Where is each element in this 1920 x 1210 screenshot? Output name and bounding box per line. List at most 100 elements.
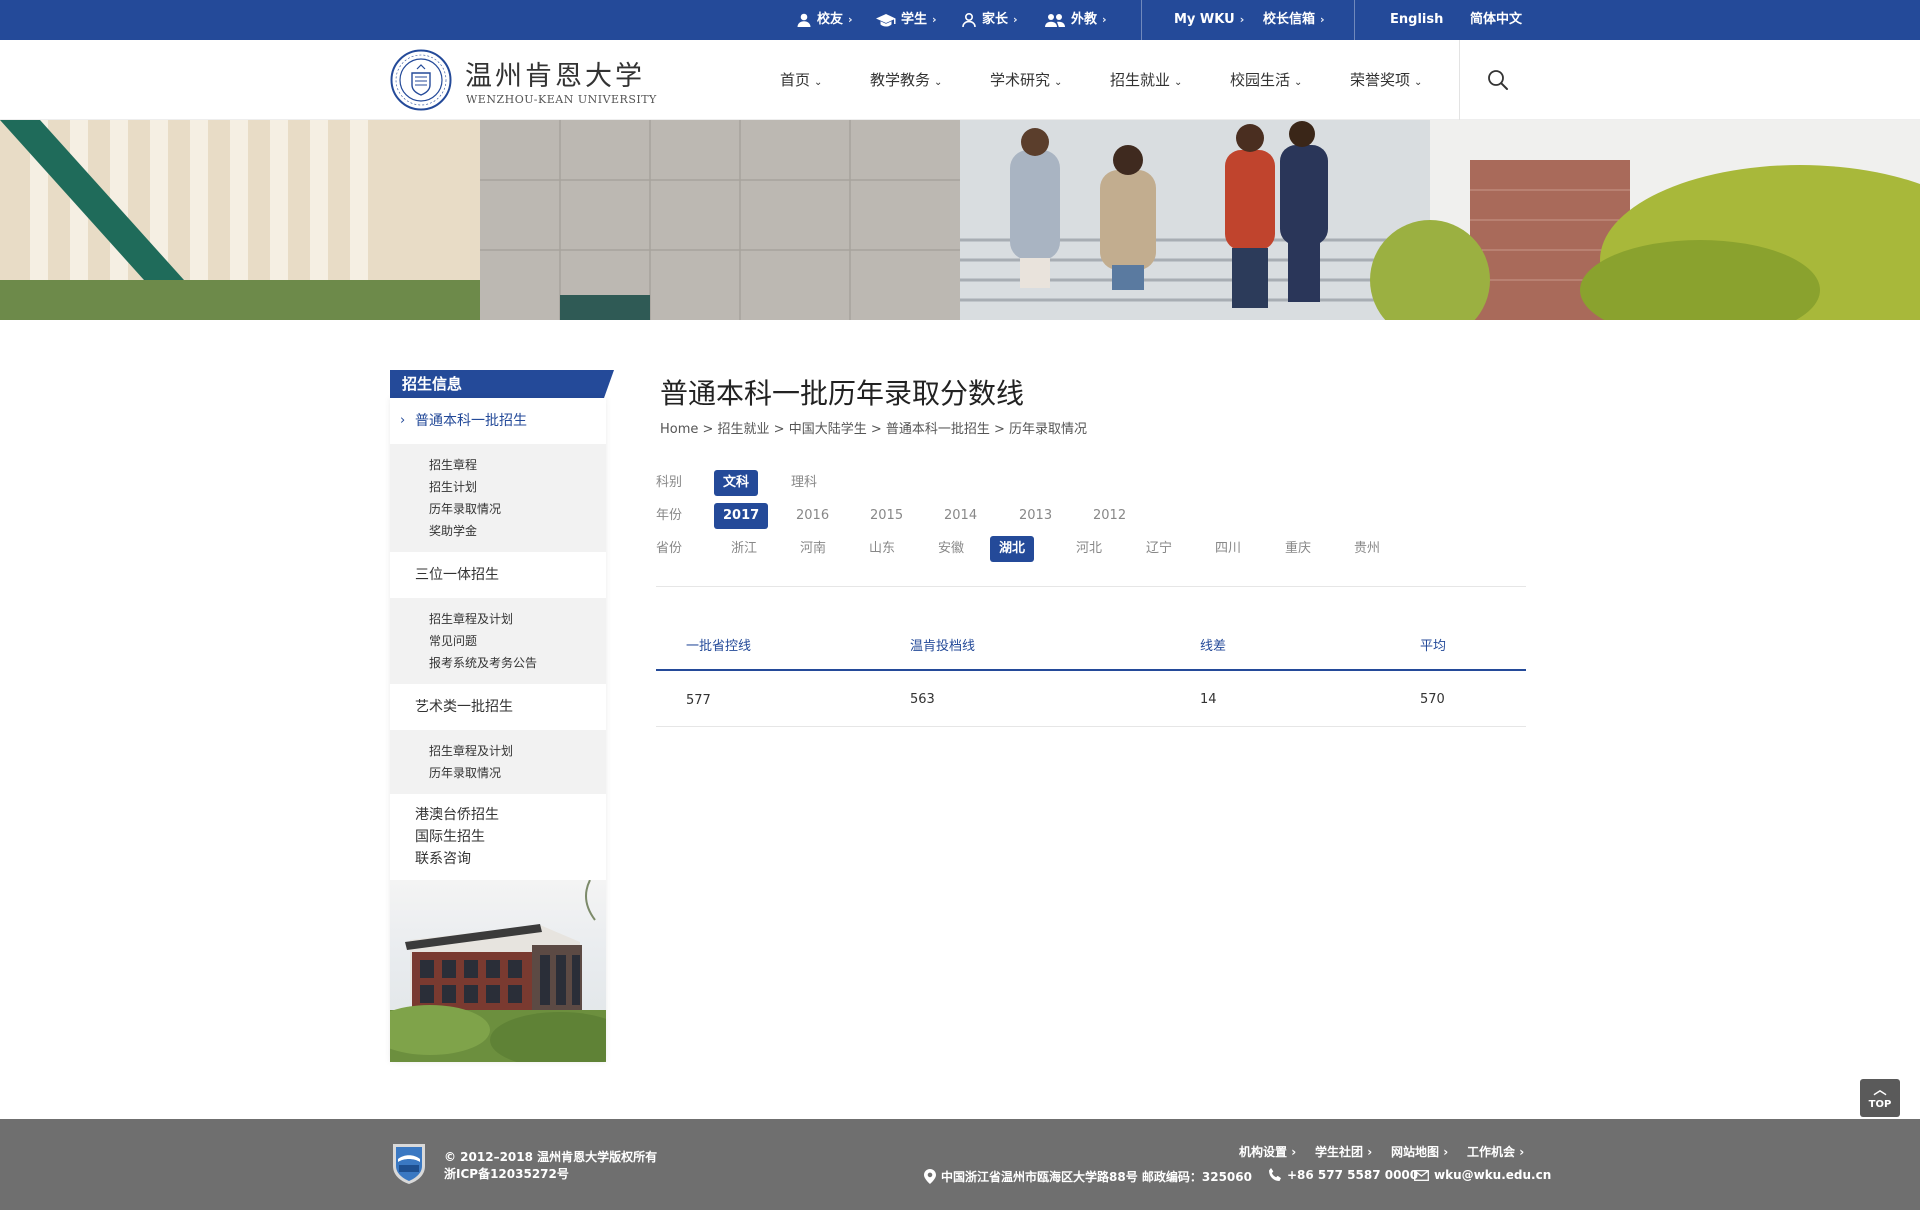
province-chip[interactable]: 河南 xyxy=(791,536,835,562)
group-icon xyxy=(1045,14,1065,27)
hero-banner xyxy=(0,120,1920,320)
chevron-down-icon: ⌄ xyxy=(814,77,823,88)
sidebar-header: 招生信息 xyxy=(390,370,614,398)
province-chip[interactable]: 河北 xyxy=(1067,536,1111,562)
chevron-right-icon: › xyxy=(1013,13,1018,26)
table-cell: 577 xyxy=(686,693,711,708)
sidebar-subitem[interactable]: 历年录取情况 xyxy=(429,762,606,784)
table-header-line xyxy=(656,669,1526,671)
sidebar-subitem[interactable]: 招生章程及计划 xyxy=(429,608,606,630)
president-mailbox-link[interactable]: 校长信箱 › xyxy=(1263,0,1325,40)
icp-text: 浙ICP备12035272号 xyxy=(444,1167,569,1181)
province-filter: 省份 浙江 河南 山东 安徽 湖北 河北 辽宁 四川 重庆 贵州 xyxy=(656,536,1456,562)
campus-building-photo xyxy=(390,880,606,1062)
province-chip[interactable]: 重庆 xyxy=(1276,536,1320,562)
province-chip[interactable]: 浙江 xyxy=(722,536,766,562)
alumni-link[interactable]: 校友 › xyxy=(796,0,853,40)
chevron-down-icon: ⌄ xyxy=(1294,77,1303,88)
sidebar-submenu: 招生章程 招生计划 历年录取情况 奖助学金 xyxy=(390,444,606,552)
year-filter: 年份 2017 2016 2015 2014 2013 2012 xyxy=(656,503,1156,529)
province-chip[interactable]: 辽宁 xyxy=(1137,536,1181,562)
sidebar-subitem[interactable]: 招生章程 xyxy=(429,454,606,476)
site-footer: © 2012–2018 温州肯恩大学版权所有 浙ICP备12035272号 机构… xyxy=(0,1119,1920,1210)
chevron-right-icon: › xyxy=(1367,1145,1373,1159)
table-cell: 14 xyxy=(1200,692,1217,707)
person-icon xyxy=(797,13,811,27)
province-chip[interactable]: 湖北 xyxy=(990,536,1035,562)
graduation-cap-icon xyxy=(876,14,896,27)
chevron-right-icon: › xyxy=(932,13,937,26)
students-link[interactable]: 学生 › xyxy=(876,0,937,40)
chevron-down-icon: ⌄ xyxy=(934,77,943,88)
campus-photo xyxy=(0,120,1920,320)
footer-link-jobs[interactable]: 工作机会 › xyxy=(1467,1143,1524,1160)
table-cell: 570 xyxy=(1420,692,1445,707)
sidebar-item-hmt[interactable]: 港澳台侨招生 xyxy=(415,804,606,826)
table-header-cell: 温肯投档线 xyxy=(910,639,976,654)
sidebar-subitem[interactable]: 报考系统及考务公告 xyxy=(429,652,606,674)
chinese-link[interactable]: 简体中文 xyxy=(1470,0,1522,40)
sidebar-subitem[interactable]: 常见问题 xyxy=(429,630,606,652)
site-header: 温州肯恩大学 WENZHOU-KEAN UNIVERSITY 首页 ⌄ 教学教务 ⌄… xyxy=(0,40,1920,120)
mywku-link[interactable]: My WKU › xyxy=(1174,0,1244,40)
nav-honors[interactable]: 荣誉奖项 ⌄ xyxy=(1350,40,1422,120)
university-name-cn: 温州肯恩大学 xyxy=(465,61,645,92)
parents-link[interactable]: 家长 › xyxy=(961,0,1018,40)
chevron-right-icon: › xyxy=(400,413,406,428)
footer-link-clubs[interactable]: 学生社团 › xyxy=(1315,1143,1372,1160)
copyright-text: © 2012–2018 温州肯恩大学版权所有 xyxy=(444,1150,658,1164)
province-chip[interactable]: 四川 xyxy=(1206,536,1250,562)
foreigners-link[interactable]: 外教 › xyxy=(1044,0,1107,40)
university-name-en: WENZHOU-KEAN UNIVERSITY xyxy=(466,93,657,106)
sidebar-submenu: 招生章程及计划 历年录取情况 xyxy=(390,730,606,794)
sidebar-item-international[interactable]: 国际生招生 xyxy=(415,826,606,848)
back-to-top-button[interactable]: ︿ TOP xyxy=(1860,1079,1900,1117)
sidebar-submenu: 招生章程及计划 常见问题 报考系统及考务公告 xyxy=(390,598,606,684)
subject-chip-arts[interactable]: 文科 xyxy=(714,470,759,496)
chevron-right-icon: › xyxy=(1320,13,1325,26)
year-chip[interactable]: 2015 xyxy=(861,503,912,529)
chevron-down-icon: ⌄ xyxy=(1174,77,1183,88)
nav-campus-life[interactable]: 校园生活 ⌄ xyxy=(1230,40,1302,120)
english-link[interactable]: English xyxy=(1390,0,1443,40)
mail-icon xyxy=(1414,1169,1429,1181)
footer-link-sitemap[interactable]: 网站地图 › xyxy=(1391,1143,1448,1160)
nav-admissions[interactable]: 招生就业 ⌄ xyxy=(1110,40,1182,120)
year-chip[interactable]: 2014 xyxy=(935,503,986,529)
sidebar-item-three-in-one[interactable]: 三位一体招生 xyxy=(390,552,606,598)
chevron-right-icon: › xyxy=(848,13,853,26)
university-seal-logo[interactable] xyxy=(390,49,452,111)
nav-home[interactable]: 首页 ⌄ xyxy=(780,40,822,120)
sidebar-subitem[interactable]: 招生章程及计划 xyxy=(429,740,606,762)
footer-link-org[interactable]: 机构设置 › xyxy=(1239,1143,1296,1160)
table-header-cell: 平均 xyxy=(1420,639,1447,654)
sidebar-item-regular-undergraduate[interactable]: › 普通本科一批招生 xyxy=(390,398,606,444)
sidebar-subitem[interactable]: 历年录取情况 xyxy=(429,498,606,520)
footer-email[interactable]: wku@wku.edu.cn xyxy=(1414,1168,1551,1182)
year-chip[interactable]: 2012 xyxy=(1084,503,1135,529)
footer-phone: +86 577 5587 0000 xyxy=(1268,1168,1418,1182)
chevron-right-icon: › xyxy=(1443,1145,1449,1159)
province-chip[interactable]: 安徽 xyxy=(929,536,973,562)
subject-chip-science[interactable]: 理科 xyxy=(782,470,826,496)
year-chip[interactable]: 2016 xyxy=(787,503,838,529)
footer-address: 中国浙江省温州市瓯海区大学路88号 邮政编码：325060 xyxy=(924,1168,1252,1185)
year-chip[interactable]: 2017 xyxy=(714,503,769,529)
year-chip[interactable]: 2013 xyxy=(1010,503,1061,529)
sidebar-subitem[interactable]: 奖助学金 xyxy=(429,520,606,542)
search-icon[interactable] xyxy=(1487,69,1509,91)
chevron-right-icon: › xyxy=(1291,1145,1297,1159)
sidebar-item-contact[interactable]: 联系咨询 xyxy=(415,848,606,870)
table-header-cell: 线差 xyxy=(1200,639,1227,654)
province-chip[interactable]: 山东 xyxy=(860,536,904,562)
table-row-divider xyxy=(656,726,1526,727)
nav-research[interactable]: 学术研究 ⌄ xyxy=(990,40,1062,120)
province-chip[interactable]: 贵州 xyxy=(1345,536,1389,562)
sidebar-subitem[interactable]: 招生计划 xyxy=(429,476,606,498)
copyright-block: © 2012–2018 温州肯恩大学版权所有 浙ICP备12035272号 xyxy=(444,1149,657,1183)
sidebar-item-arts[interactable]: 艺术类一批招生 xyxy=(390,684,606,730)
chevron-right-icon: › xyxy=(1102,13,1107,26)
chevron-right-icon: › xyxy=(1239,13,1245,26)
nav-teaching[interactable]: 教学教务 ⌄ xyxy=(870,40,942,120)
breadcrumb[interactable]: Home > 招生就业 > 中国大陆学生 > 普通本科一批招生 > 历年录取情况 xyxy=(660,418,1087,437)
